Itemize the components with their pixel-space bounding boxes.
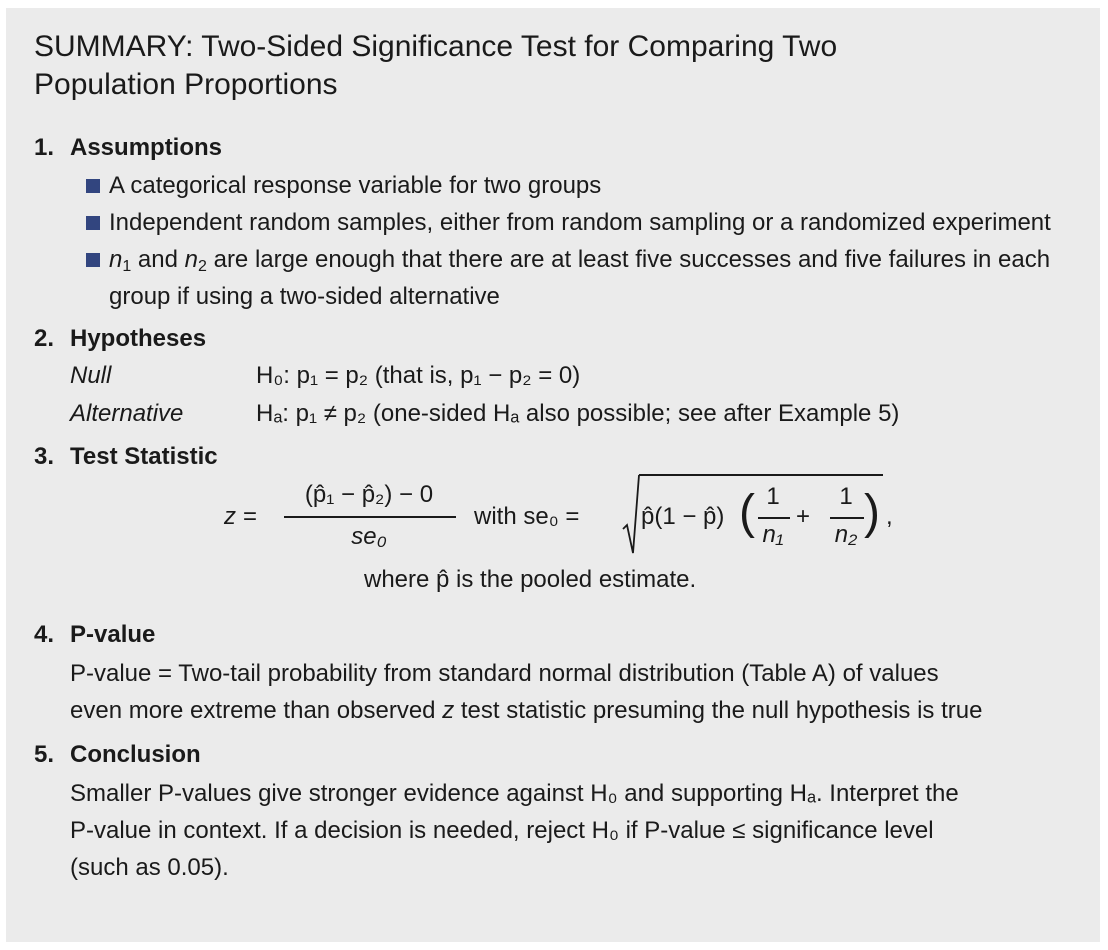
bullet-item: A categorical response variable for two …: [34, 167, 1072, 204]
bullet-item: Independent random samples, either from …: [34, 204, 1108, 241]
section-heading: 5. Conclusion: [34, 741, 201, 768]
section-hypotheses: 2. Hypotheses Null H₀: p₁ = p₂ (that is, …: [34, 323, 1072, 433]
alternative-hypothesis-row: Alternative Hₐ: p₁ ≠ p₂ (one-sided Hₐ al…: [70, 400, 900, 427]
test-statistic-formula: z = (p̂₁ − p̂₂) − 0 se₀ with se₀ = p̂(1 …: [34, 473, 1072, 563]
null-hypothesis-row: Null H₀: p₁ = p₂ (that is, p₁ − p₂ = 0): [70, 362, 581, 389]
square-bullet-icon: [86, 216, 100, 230]
bullet-item: n1 and n2 are large enough that there ar…: [34, 241, 1108, 315]
section-heading: 4. P-value: [34, 621, 156, 648]
conclusion-text: Smaller P-values give stronger evidence …: [70, 780, 959, 807]
square-root-icon: [622, 474, 640, 554]
section-heading: 1. Assumptions: [34, 134, 223, 161]
section-conclusion: 5. Conclusion Smaller P-values give stron…: [34, 739, 1072, 886]
conclusion-text: P-value in context. If a decision is nee…: [70, 817, 934, 844]
conclusion-text: (such as 0.05).: [70, 854, 229, 881]
section-heading: 3. Test Statistic: [34, 443, 218, 470]
square-bullet-icon: [86, 179, 100, 193]
section-p-value: 4. P-value P-value = Two-tail probability…: [34, 619, 1072, 729]
section-heading: 2. Hypotheses: [34, 325, 207, 352]
summary-panel: SUMMARY: Two-Sided Significance Test for…: [6, 8, 1100, 942]
square-bullet-icon: [86, 253, 100, 267]
p-value-text: P-value = Two-tail probability from stan…: [70, 660, 939, 687]
summary-title: SUMMARY: Two-Sided Significance Test for…: [34, 30, 838, 101]
pooled-estimate-note: where p̂ is the pooled estimate.: [364, 566, 697, 593]
section-test-statistic: 3. Test Statistic z = (p̂₁ − p̂₂) − 0 se₀…: [34, 441, 1072, 597]
section-assumptions: 1. Assumptions A categorical response var…: [34, 132, 1072, 315]
p-value-text: even more extreme than observed z test s…: [70, 697, 983, 724]
